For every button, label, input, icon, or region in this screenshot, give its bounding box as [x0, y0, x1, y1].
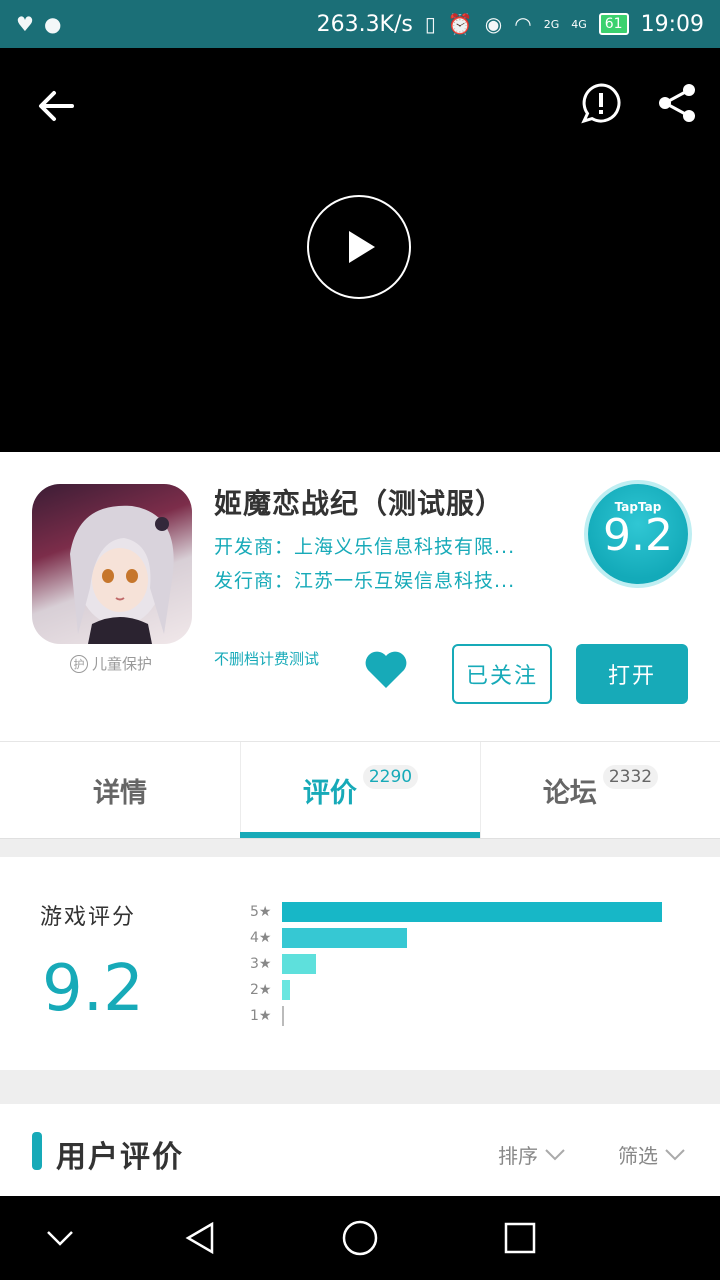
nav-recents-button[interactable] [500, 1218, 540, 1258]
tab-details-label: 详情 [93, 777, 147, 809]
rating-section: 游戏评分 9.2 5★ 4★ 3★ 2★ 1★ [0, 857, 720, 1070]
app-info-card: 护 儿童保护 姬魔恋战纪（测试服） 开发商：上海义乐信息科技有限... 发行商：… [0, 452, 720, 740]
rating-bar-4 [282, 928, 407, 948]
signal-2g-label: 2G [543, 17, 560, 31]
tab-details[interactable]: 详情 [0, 742, 240, 838]
tab-forum[interactable]: 论坛 2332 [480, 742, 720, 838]
rating-row-4: 4★ [250, 925, 690, 951]
battery-icon: 61 [598, 13, 629, 35]
child-protection-label: 护 儿童保护 [70, 653, 152, 674]
rating-bar-track [282, 954, 662, 974]
score-value: 9.2 [603, 510, 673, 561]
status-bar: ♥ ● 263.3K/s ▯ ⏰ ◉ ◠ 2G 4G 61 19:09 [0, 0, 720, 48]
rating-row-3: 3★ [250, 951, 690, 977]
rating-bar-1 [282, 1006, 284, 1026]
rating-label: 游戏评分 [40, 905, 137, 930]
back-arrow-icon [39, 91, 74, 121]
star-label: 3★ [250, 956, 272, 972]
app-title: 姬魔恋战纪（测试服） [214, 487, 505, 520]
network-speed: 263.3K/s [316, 11, 413, 37]
health-icon: ♥ [16, 12, 34, 36]
report-button[interactable] [580, 82, 622, 124]
tab-bar: 详情 评价 2290 论坛 2332 [0, 741, 720, 839]
play-button[interactable] [307, 195, 411, 299]
chevron-down-icon [47, 1231, 73, 1246]
app-icon[interactable] [32, 484, 192, 644]
user-reviews-header: 用户评价 排序 筛选 [0, 1104, 720, 1196]
video-player[interactable] [0, 48, 720, 452]
rating-bar-track [282, 928, 662, 948]
star-label: 4★ [250, 930, 272, 946]
forum-count-badge: 2332 [602, 765, 659, 789]
clock: 19:09 [640, 11, 704, 37]
star-label: 1★ [250, 1008, 272, 1024]
tab-forum-label: 论坛 [542, 777, 597, 809]
active-tab-indicator [240, 832, 480, 838]
rating-bar-track [282, 1006, 662, 1026]
test-status-label: 不删档计费测试 [214, 650, 320, 668]
section-accent-bar [32, 1132, 42, 1170]
alarm-icon: ⏰ [447, 12, 473, 36]
message-icon: ● [43, 12, 62, 36]
rating-distribution: 5★ 4★ 3★ 2★ 1★ [250, 899, 690, 1029]
home-circle-icon [342, 1220, 378, 1256]
section-divider [0, 1070, 720, 1104]
user-reviews-title: 用户评价 [56, 1140, 184, 1175]
shield-icon: 护 [70, 654, 88, 673]
rating-bar-3 [282, 954, 316, 974]
wifi-icon: ◠ [514, 12, 532, 36]
star-label: 2★ [250, 982, 272, 998]
eye-icon: ◉ [484, 12, 503, 36]
recents-square-icon [504, 1222, 536, 1254]
signal-4g-label: 4G [571, 17, 587, 31]
rating-row-5: 5★ [250, 899, 690, 925]
vibrate-icon: ▯ [424, 12, 436, 36]
tab-reviews-label: 评价 [302, 777, 357, 809]
anime-character-image [70, 505, 174, 644]
follow-button[interactable]: 已关注 [452, 644, 552, 704]
star-label: 5★ [250, 904, 272, 920]
review-count-badge: 2290 [362, 765, 419, 789]
rating-bar-track [282, 902, 662, 922]
nav-hide-button[interactable] [40, 1218, 80, 1258]
chevron-down-icon [545, 1148, 565, 1160]
filter-label: 筛选 [618, 1144, 658, 1168]
back-triangle-icon [185, 1221, 214, 1255]
rating-score: 9.2 [42, 952, 144, 1026]
share-icon [659, 84, 695, 122]
rating-bar-5 [282, 902, 662, 922]
nav-home-button[interactable] [340, 1218, 380, 1258]
share-button[interactable] [656, 82, 698, 124]
system-nav-bar [0, 1196, 720, 1280]
tab-reviews[interactable]: 评价 2290 [240, 742, 480, 838]
report-icon [581, 83, 621, 124]
rating-bar-2 [282, 980, 290, 1000]
play-icon [349, 231, 375, 263]
back-button[interactable] [34, 84, 78, 128]
filter-dropdown[interactable]: 筛选 [618, 1140, 686, 1169]
taptap-score-badge: TapTap 9.2 [588, 484, 688, 584]
open-button[interactable]: 打开 [576, 644, 688, 704]
developer-link[interactable]: 开发商：上海义乐信息科技有限... [214, 532, 515, 559]
child-protection-text: 儿童保护 [92, 655, 153, 673]
section-divider [0, 839, 720, 857]
favorite-button[interactable] [362, 648, 410, 692]
sort-label: 排序 [498, 1144, 538, 1168]
publisher-link[interactable]: 发行商：江苏一乐互娱信息科技... [214, 566, 515, 593]
nav-back-button[interactable] [180, 1218, 220, 1258]
rating-bar-track [282, 980, 662, 1000]
chevron-down-icon [665, 1148, 685, 1160]
heart-icon [365, 651, 407, 688]
rating-row-1: 1★ [250, 1003, 690, 1029]
sort-dropdown[interactable]: 排序 [498, 1140, 566, 1169]
rating-row-2: 2★ [250, 977, 690, 1003]
